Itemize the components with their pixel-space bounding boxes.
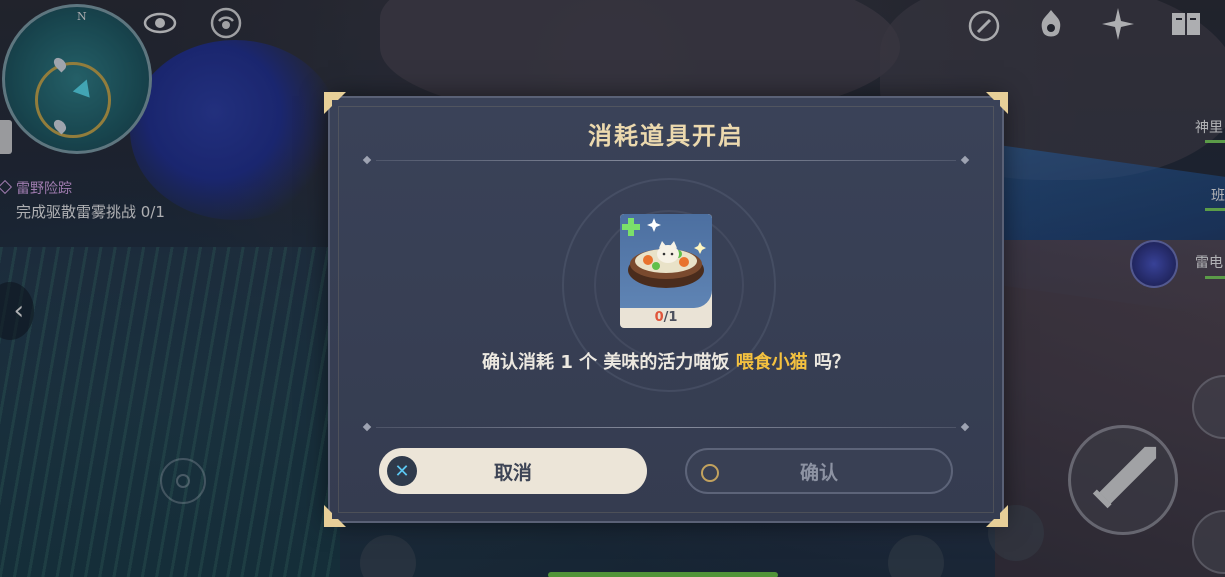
cat-rice-bowl-icon bbox=[620, 214, 712, 308]
confirm-message: 确认消耗 1 个 美味的活力喵饭 喂食小猫 吗？ bbox=[330, 348, 1002, 374]
corner-ornament-icon bbox=[324, 505, 346, 527]
corner-ornament-icon bbox=[986, 92, 1008, 114]
owned-count: 0 bbox=[654, 310, 664, 325]
cancel-button-label: 取消 bbox=[493, 461, 532, 484]
corner-ornament-icon bbox=[324, 92, 346, 114]
confirm-button[interactable]: 确认 bbox=[685, 448, 953, 494]
message-item-name: 美味的活力喵饭 bbox=[603, 352, 730, 373]
required-count: 1 bbox=[668, 310, 678, 325]
game-screen: N 雷野险踪 完成驱散雷雾挑战 0/1 ‹ 神里 班 雷电 消耗道具开启 0/1… bbox=[0, 0, 1225, 577]
message-prefix: 确认消耗 bbox=[482, 352, 555, 373]
corner-ornament-icon bbox=[986, 505, 1008, 527]
divider bbox=[362, 422, 970, 433]
item-card[interactable]: 0/1 bbox=[620, 214, 712, 328]
close-icon: ✕ bbox=[387, 456, 417, 486]
dialog-title: 消耗道具开启 bbox=[588, 122, 744, 150]
consume-item-dialog: 消耗道具开启 0/1 确认消耗 1 个 美味的活力喵饭 喂食小猫 吗？ ✕ 取消… bbox=[324, 92, 1008, 527]
message-action: 喂食小猫 bbox=[735, 352, 808, 373]
cancel-button[interactable]: ✕ 取消 bbox=[379, 448, 647, 494]
item-count: 0/1 bbox=[654, 310, 678, 325]
message-quantity: 1 bbox=[560, 352, 573, 373]
message-suffix: 吗？ bbox=[813, 352, 850, 373]
circle-icon bbox=[695, 458, 725, 488]
confirm-button-label: 确认 bbox=[799, 461, 838, 484]
divider bbox=[362, 155, 970, 166]
message-unit: 个 bbox=[579, 352, 598, 373]
